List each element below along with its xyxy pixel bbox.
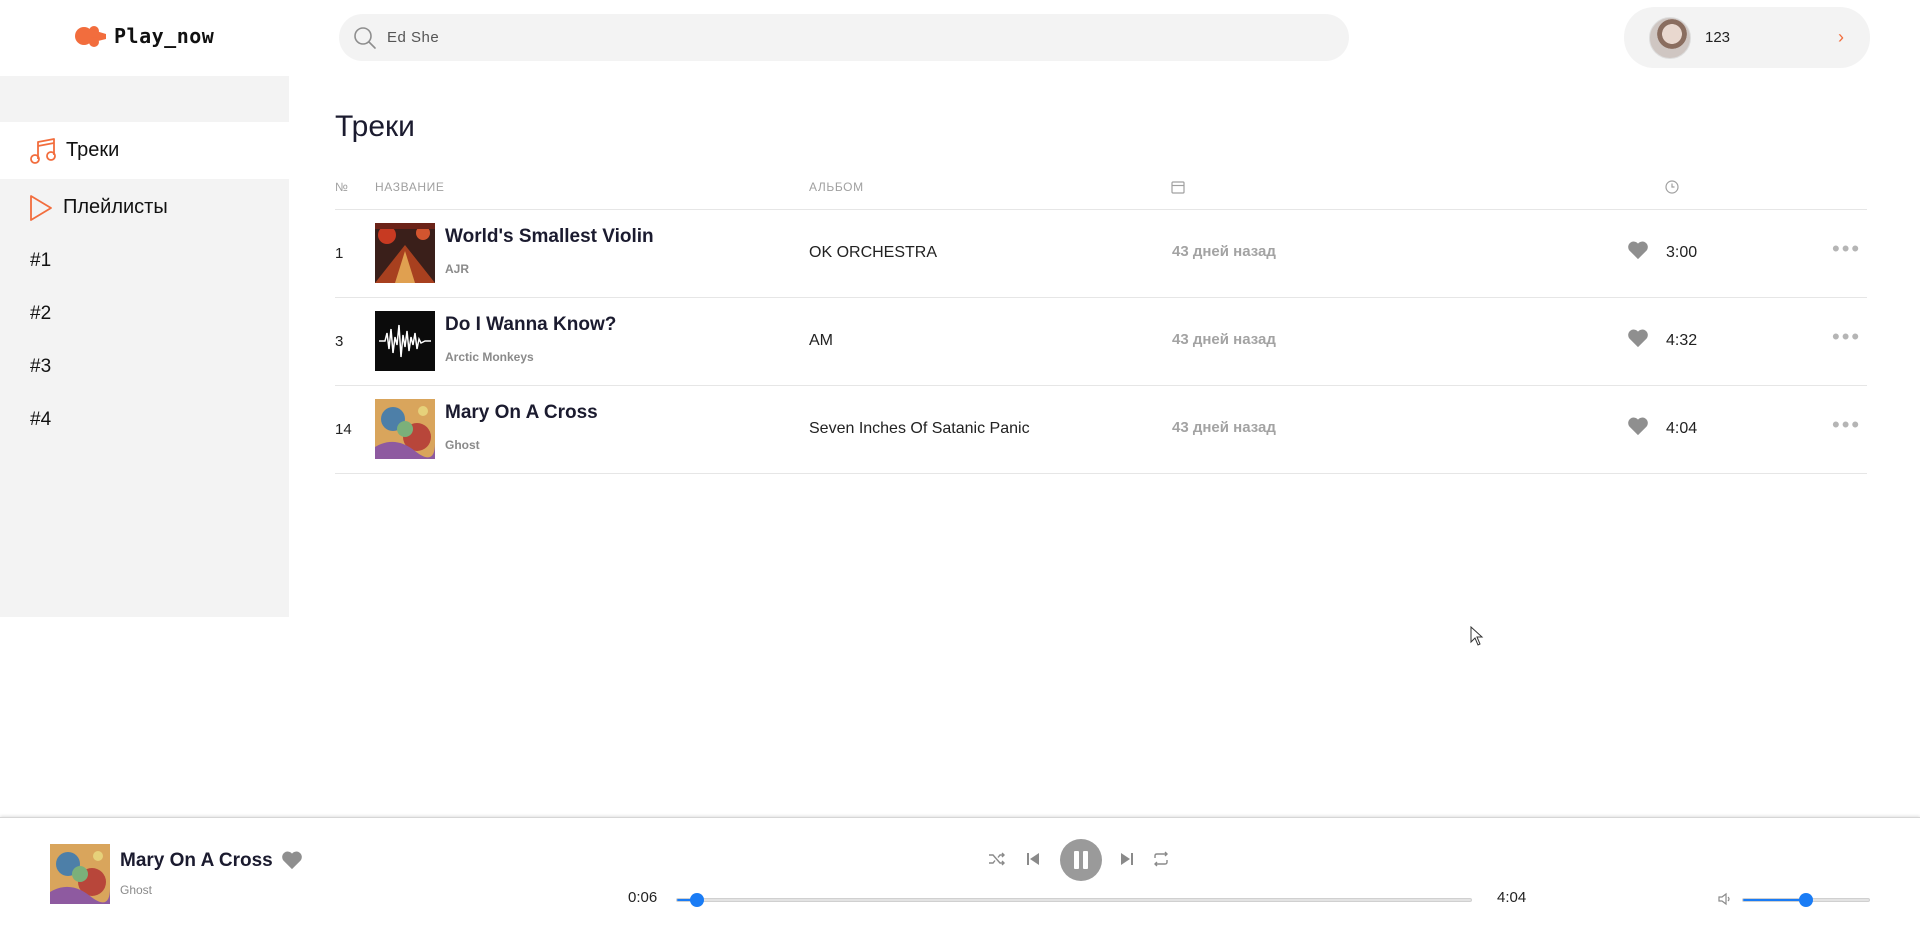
track-artist[interactable]: Ghost bbox=[445, 438, 480, 452]
search-icon bbox=[354, 26, 376, 49]
now-playing-title[interactable]: Mary On A Cross bbox=[120, 850, 273, 872]
search-input[interactable] bbox=[387, 29, 1287, 46]
sidebar-item-label: Плейлисты bbox=[63, 196, 168, 218]
album-cover-image bbox=[375, 223, 435, 283]
track-number: 14 bbox=[335, 421, 352, 438]
play-triangle-icon bbox=[30, 194, 52, 221]
app-root: Play_now 123 › Треки bbox=[0, 0, 1920, 928]
table-header: № НАЗВАНИЕ АЛЬБОМ bbox=[335, 178, 1867, 210]
heart-icon[interactable] bbox=[1627, 328, 1649, 348]
sidebar-item-playlist[interactable]: #2 bbox=[30, 303, 51, 325]
header: Play_now 123 › bbox=[0, 0, 1920, 76]
page-title: Треки bbox=[335, 110, 415, 143]
more-options-icon[interactable]: ••• bbox=[1832, 414, 1861, 436]
search-bar[interactable] bbox=[339, 14, 1349, 61]
now-playing-cover-image bbox=[50, 844, 110, 904]
heart-icon[interactable] bbox=[1627, 416, 1649, 436]
track-artist[interactable]: Arctic Monkeys bbox=[445, 350, 534, 364]
logo[interactable]: Play_now bbox=[72, 22, 214, 50]
now-playing-artist[interactable]: Ghost bbox=[120, 883, 152, 897]
previous-track-icon[interactable] bbox=[1026, 852, 1040, 866]
sidebar-item-playlist[interactable]: #3 bbox=[30, 356, 51, 378]
logo-text: Play_now bbox=[114, 24, 215, 48]
sidebar-item-tracks[interactable]: Треки bbox=[0, 122, 289, 179]
track-duration: 4:04 bbox=[1666, 420, 1698, 437]
profile-name: 123 bbox=[1705, 29, 1731, 46]
current-time: 0:06 bbox=[628, 889, 658, 906]
album-cover-image bbox=[375, 399, 435, 459]
heart-icon[interactable] bbox=[1627, 240, 1649, 260]
track-title[interactable]: Mary On A Cross bbox=[445, 402, 598, 424]
volume-icon[interactable] bbox=[1718, 892, 1732, 906]
avatar bbox=[1649, 16, 1691, 59]
track-number: 1 bbox=[335, 245, 344, 262]
column-num: № bbox=[335, 180, 349, 194]
track-title[interactable]: World's Smallest Violin bbox=[445, 226, 654, 248]
volume-fill bbox=[1743, 899, 1806, 901]
track-artist[interactable]: AJR bbox=[445, 262, 469, 276]
progress-thumb[interactable] bbox=[689, 893, 704, 907]
sidebar-item-playlists[interactable]: Плейлисты bbox=[0, 179, 289, 236]
music-note-icon bbox=[30, 137, 56, 164]
table-row[interactable]: 14 Mary On A Cross Ghost Seven Inches Of… bbox=[335, 386, 1867, 474]
volume-slider[interactable] bbox=[1742, 893, 1870, 907]
shuffle-icon[interactable] bbox=[988, 851, 1006, 867]
heart-icon[interactable] bbox=[281, 850, 303, 870]
total-time: 4:04 bbox=[1497, 889, 1527, 906]
table-row[interactable]: 1 World's Smallest Violin AJR OK ORCHEST… bbox=[335, 210, 1867, 298]
mouse-cursor-icon bbox=[1470, 626, 1484, 646]
more-options-icon[interactable]: ••• bbox=[1832, 238, 1861, 260]
track-added-date: 43 дней назад bbox=[1172, 243, 1276, 260]
sidebar-item-playlist[interactable]: #1 bbox=[30, 250, 51, 272]
track-added-date: 43 дней назад bbox=[1172, 331, 1276, 348]
repeat-icon[interactable] bbox=[1152, 851, 1170, 867]
track-album[interactable]: OK ORCHESTRA bbox=[809, 244, 937, 262]
track-album[interactable]: Seven Inches Of Satanic Panic bbox=[809, 420, 1030, 438]
pause-button[interactable] bbox=[1060, 839, 1102, 881]
track-album[interactable]: AM bbox=[809, 332, 833, 350]
more-options-icon[interactable]: ••• bbox=[1832, 326, 1861, 348]
track-title[interactable]: Do I Wanna Know? bbox=[445, 314, 616, 336]
next-track-icon[interactable] bbox=[1120, 852, 1134, 866]
sidebar-item-label: Треки bbox=[66, 139, 120, 161]
calendar-icon bbox=[1171, 181, 1185, 194]
profile-button[interactable]: 123 › bbox=[1624, 7, 1870, 68]
progress-slider[interactable] bbox=[676, 893, 1472, 907]
track-added-date: 43 дней назад bbox=[1172, 419, 1276, 436]
track-duration: 3:00 bbox=[1666, 244, 1698, 261]
column-album: АЛЬБОМ bbox=[809, 180, 864, 194]
player-bar: Mary On A Cross Ghost 0:06 4:04 bbox=[0, 817, 1920, 928]
album-cover-image bbox=[375, 311, 435, 371]
volume-thumb[interactable] bbox=[1799, 893, 1813, 907]
track-number: 3 bbox=[335, 333, 344, 350]
clock-icon bbox=[1665, 180, 1679, 194]
logo-icon bbox=[75, 26, 106, 47]
column-name: НАЗВАНИЕ bbox=[375, 180, 445, 194]
table-row[interactable]: 3 Do I Wanna Know? Arctic Monkeys AM 43 … bbox=[335, 298, 1867, 386]
sidebar: Треки Плейлисты #1 #2 #3 #4 bbox=[0, 76, 289, 617]
chevron-right-icon: › bbox=[1838, 27, 1844, 47]
sidebar-item-playlist[interactable]: #4 bbox=[30, 409, 51, 431]
track-duration: 4:32 bbox=[1666, 332, 1698, 349]
